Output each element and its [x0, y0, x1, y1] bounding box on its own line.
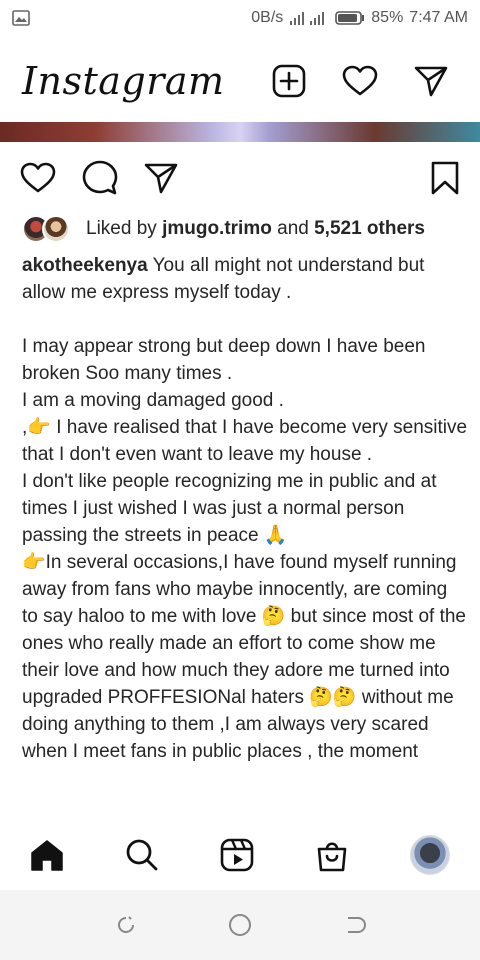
caption-paragraph: 👉In several occasions,I have found mysel…	[22, 552, 466, 762]
new-post-icon[interactable]	[272, 64, 306, 98]
likes-connector: and	[277, 218, 309, 239]
shop-icon[interactable]	[315, 838, 349, 872]
network-speed: 0B/s	[251, 9, 284, 26]
caption-paragraph: ,👉 I have realised that I have become ve…	[22, 417, 468, 465]
caption-paragraph: I may appear strong but deep down I have…	[22, 336, 426, 384]
likes-prefix: Liked by	[86, 218, 157, 239]
reels-icon[interactable]	[220, 838, 254, 872]
save-icon[interactable]	[430, 161, 460, 195]
likes-summary[interactable]: Liked by jmugo.trimo and 5,521 others	[22, 212, 468, 246]
likes-others-count[interactable]: 5,521 others	[314, 218, 425, 239]
liker-username[interactable]: jmugo.trimo	[162, 218, 272, 239]
home-circle-icon[interactable]	[227, 912, 253, 938]
status-bar: 0B/s 85% 7:47 AM	[0, 0, 480, 36]
app-header: Instagram	[0, 40, 480, 122]
home-icon[interactable]	[30, 838, 64, 872]
recent-apps-icon[interactable]	[114, 913, 138, 937]
direct-message-icon[interactable]	[414, 65, 448, 97]
share-icon[interactable]	[144, 162, 178, 194]
caption-username[interactable]: akotheekenya	[22, 255, 148, 276]
profile-avatar[interactable]	[409, 835, 450, 875]
comment-icon[interactable]	[82, 160, 118, 196]
caption-paragraph: I am a moving damaged good .	[22, 390, 284, 411]
instagram-logo[interactable]: Instagram	[22, 59, 272, 103]
post-caption: akotheekenya You all might not understan…	[22, 252, 468, 765]
clock: 7:47 AM	[409, 9, 468, 26]
like-icon[interactable]	[20, 162, 56, 194]
battery-icon	[335, 11, 365, 25]
gallery-icon	[12, 10, 30, 26]
bottom-nav	[0, 820, 480, 890]
system-nav	[0, 890, 480, 960]
back-icon[interactable]	[342, 913, 366, 937]
caption-paragraph: I don't like people recognizing me in pu…	[22, 471, 437, 546]
signal-icon	[290, 12, 325, 25]
heart-icon[interactable]	[342, 65, 378, 97]
battery-level: 85%	[371, 9, 404, 26]
post-image[interactable]	[0, 122, 480, 142]
search-icon[interactable]	[125, 838, 159, 872]
liker-avatars	[22, 214, 78, 244]
post-actions	[0, 156, 480, 200]
avatar	[42, 215, 70, 243]
